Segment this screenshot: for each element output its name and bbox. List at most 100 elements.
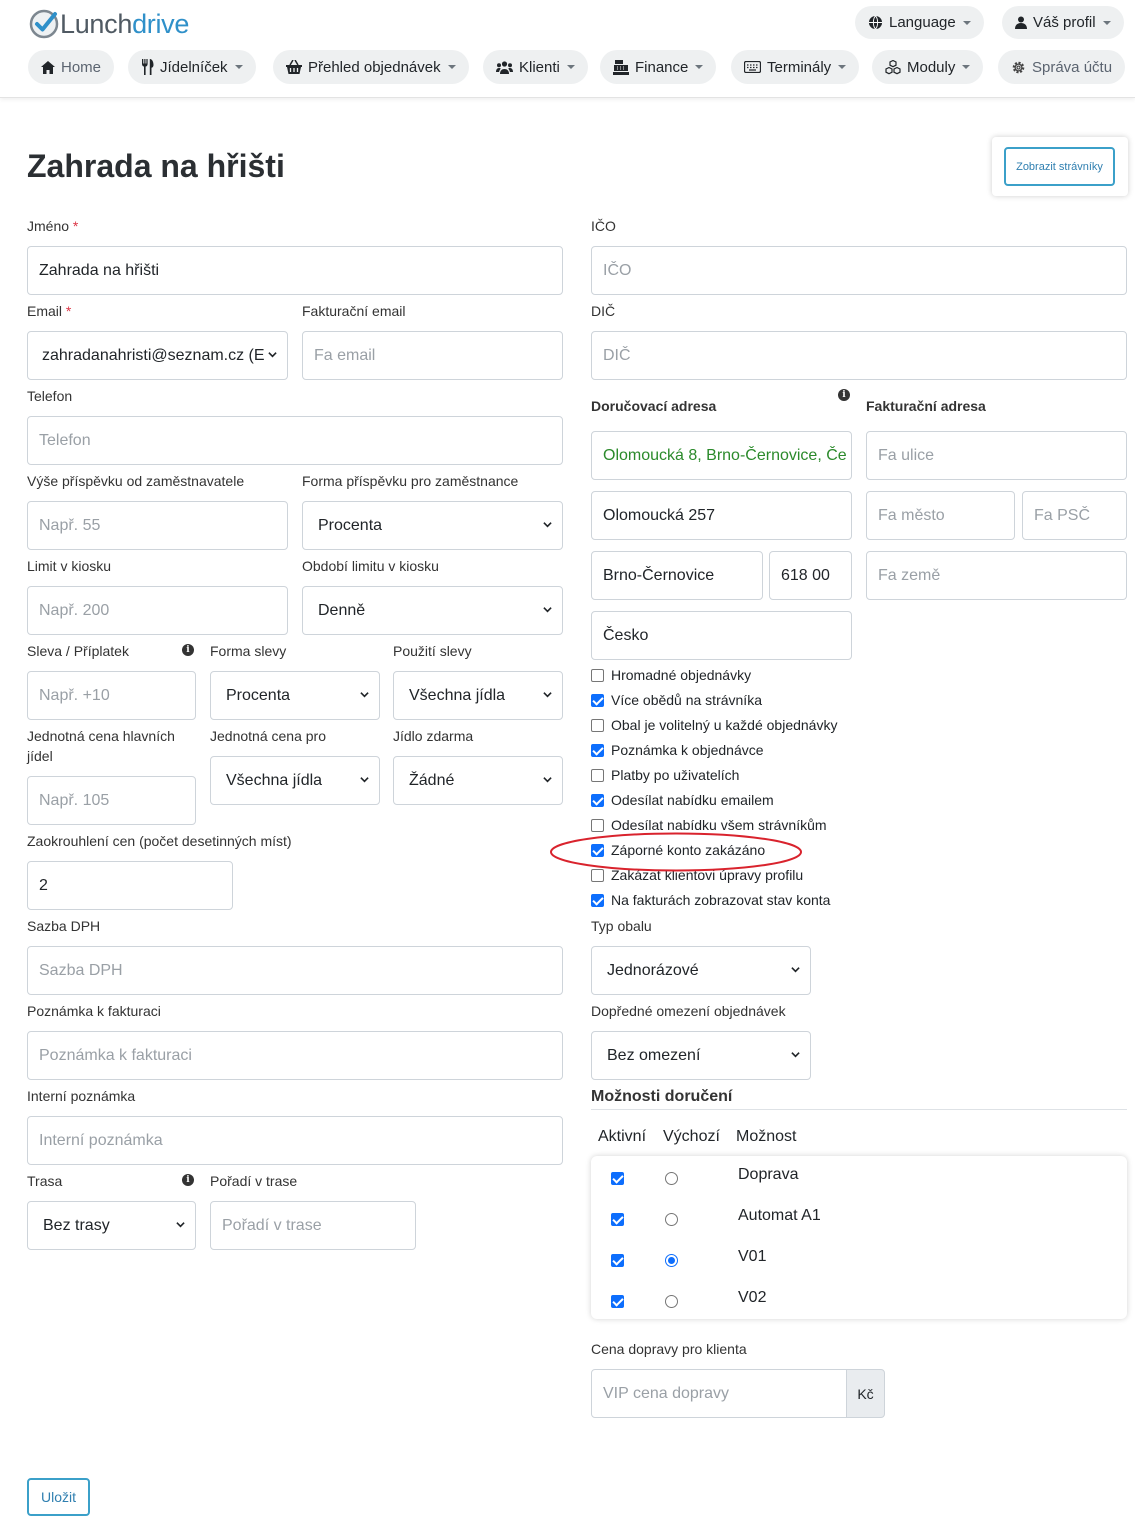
nav-home[interactable]: Home — [28, 50, 115, 84]
chevron-down-icon — [543, 607, 552, 613]
delivery-zip-input[interactable]: 618 00 — [769, 551, 852, 600]
discount-use-label: Použití slevy — [393, 643, 472, 659]
delivery-option-name: V01 — [738, 1248, 767, 1265]
unit-price-for-value: Všechna jídla — [226, 771, 323, 789]
col-header-option: Možnost — [736, 1128, 797, 1145]
ico-label: IČO — [591, 218, 616, 234]
nav-account[interactable]: Správa účtu — [998, 50, 1126, 84]
profile-label: Váš profil — [1033, 14, 1096, 31]
route-value: Bez trasy — [43, 1216, 110, 1234]
invoice-balance-checkbox[interactable] — [591, 894, 604, 907]
logo[interactable]: Lunchdrive — [28, 8, 189, 40]
route-order-input[interactable]: Pořadí v trase — [210, 1201, 416, 1250]
delivery-default-radio[interactable] — [665, 1172, 678, 1185]
delivery-city-input[interactable]: Brno-Černovice — [591, 551, 763, 600]
nav-orders[interactable]: Přehled objednávek — [273, 50, 469, 84]
delivery-address-search[interactable]: Olomoucká 8, Brno-Černovice, Če — [591, 431, 852, 480]
discount-use-select[interactable]: Všechna jídla — [393, 671, 563, 720]
save-button[interactable]: Uložit — [27, 1478, 90, 1516]
fa-zip-input[interactable]: Fa PSČ — [1022, 491, 1127, 540]
user-payments-checkbox[interactable] — [591, 769, 604, 782]
delivery-country-input[interactable]: Česko — [591, 611, 852, 660]
chevron-down-icon — [234, 65, 243, 69]
name-input[interactable]: Zahrada na hřišti — [27, 246, 563, 295]
info-icon[interactable]: i — [182, 644, 194, 656]
delivery-option-name: V02 — [738, 1289, 767, 1306]
invoice-email-input[interactable]: Fa email — [302, 331, 563, 380]
multiple-lunches-checkbox[interactable] — [591, 694, 604, 707]
chevron-down-icon — [268, 352, 277, 358]
delivery-default-radio[interactable] — [665, 1254, 678, 1267]
nav-modules-label: Moduly — [907, 58, 956, 76]
delivery-active-checkbox[interactable] — [611, 1295, 624, 1308]
brand-name-suffix: drive — [132, 8, 190, 39]
info-icon[interactable]: i — [838, 389, 850, 401]
delivery-default-radio[interactable] — [665, 1213, 678, 1226]
transport-price-input[interactable]: VIP cena dopravy — [591, 1369, 847, 1418]
phone-label: Telefon — [27, 388, 73, 404]
logo-check-icon — [29, 9, 59, 39]
dic-input[interactable]: DIČ — [591, 331, 1127, 380]
delivery-active-checkbox[interactable] — [611, 1213, 624, 1226]
show-diners-button[interactable]: Zobrazit strávníky — [1004, 147, 1115, 186]
rounding-label: Zaokrouhlení cen (počet desetinných míst… — [27, 833, 292, 849]
nav-modules[interactable]: Moduly — [872, 50, 984, 84]
language-dropdown[interactable]: Language — [855, 6, 984, 39]
delivery-active-checkbox[interactable] — [611, 1172, 624, 1185]
route-select[interactable]: Bez trasy — [27, 1201, 196, 1250]
discount-label: Sleva / Příplatek — [27, 643, 129, 659]
info-icon[interactable]: i — [182, 1174, 194, 1186]
delivery-default-radio[interactable] — [665, 1295, 678, 1308]
fa-country-input[interactable]: Fa země — [866, 551, 1127, 600]
basket-icon — [286, 60, 302, 74]
chevron-down-icon — [962, 20, 971, 25]
unit-price-for-select[interactable]: Všechna jídla — [210, 756, 380, 805]
users-icon — [496, 60, 513, 74]
vat-input[interactable]: Sazba DPH — [27, 946, 563, 995]
nav-finance[interactable]: Finance — [600, 50, 717, 84]
contribution-input[interactable]: Např. 55 — [27, 501, 288, 550]
optional-package-checkbox[interactable] — [591, 719, 604, 732]
cubes-icon — [885, 59, 901, 75]
kiosk-limit-input[interactable]: Např. 200 — [27, 586, 288, 635]
discount-input[interactable]: Např. +10 — [27, 671, 196, 720]
order-limit-select[interactable]: Bez omezení — [591, 1031, 811, 1080]
invoice-note-input[interactable]: Poznámka k fakturaci — [27, 1031, 563, 1080]
home-icon — [41, 60, 55, 74]
cash-register-icon — [613, 59, 629, 75]
chevron-down-icon — [962, 65, 971, 69]
bulk-orders-checkbox[interactable] — [591, 669, 604, 682]
email-select[interactable]: zahradanahristi@seznam.cz (E — [27, 331, 288, 380]
discount-form-select[interactable]: Procenta — [210, 671, 380, 720]
nav-clients[interactable]: Klienti — [483, 50, 588, 84]
profile-dropdown[interactable]: Váš profil — [1002, 6, 1124, 39]
internal-note-label: Interní poznámka — [27, 1088, 136, 1104]
phone-input[interactable]: Telefon — [27, 416, 563, 465]
send-offer-email-checkbox[interactable] — [591, 794, 604, 807]
name-label: Jméno * — [27, 218, 79, 234]
delivery-option-name: Automat A1 — [738, 1207, 821, 1224]
discount-use-value: Všechna jídla — [409, 686, 506, 704]
order-note-checkbox[interactable] — [591, 744, 604, 757]
nav-menu[interactable]: Jídelníček — [128, 50, 256, 84]
unit-price-input[interactable]: Např. 105 — [27, 776, 196, 825]
delivery-active-checkbox[interactable] — [611, 1254, 624, 1267]
free-meal-select[interactable]: Žádné — [393, 756, 563, 805]
name-label-text: Jméno — [27, 218, 70, 234]
contribution-form-label: Forma příspěvku pro zaměstnance — [302, 473, 519, 489]
chevron-down-icon — [447, 65, 456, 69]
col-header-default: Výchozí — [663, 1128, 720, 1145]
kiosk-period-select[interactable]: Denně — [302, 586, 563, 635]
nav-terminals[interactable]: Terminály — [731, 50, 860, 84]
package-type-select[interactable]: Jednorázové — [591, 946, 811, 995]
free-meal-value: Žádné — [409, 771, 455, 789]
fa-street-input[interactable]: Fa ulice — [866, 431, 1127, 480]
delivery-street-input[interactable]: Olomoucká 257 — [591, 491, 852, 540]
chevron-down-icon — [791, 1052, 800, 1058]
fa-city-input[interactable]: Fa město — [866, 491, 1015, 540]
divider — [591, 1109, 1127, 1110]
ico-input[interactable]: IČO — [591, 246, 1127, 295]
internal-note-input[interactable]: Interní poznámka — [27, 1116, 563, 1165]
contribution-form-select[interactable]: Procenta — [302, 501, 563, 550]
rounding-input[interactable]: 2 — [27, 861, 233, 910]
